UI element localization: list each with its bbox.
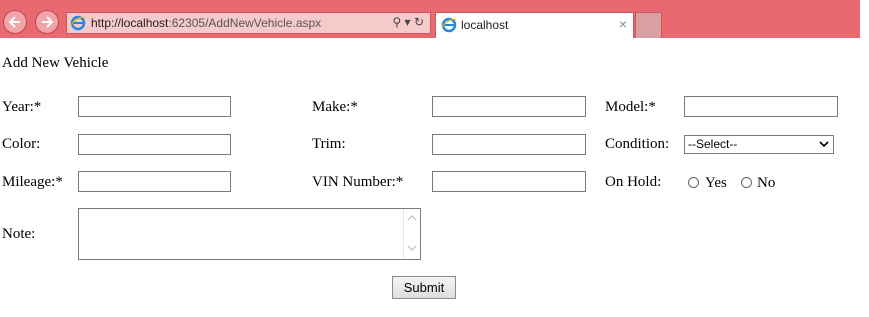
make-input[interactable]: [432, 96, 586, 117]
address-url: http://localhost:62305/AddNewVehicle.asp…: [91, 16, 321, 30]
address-bar[interactable]: http://localhost:62305/AddNewVehicle.asp…: [66, 12, 431, 34]
model-input[interactable]: [684, 96, 838, 117]
note-label: Note:: [2, 226, 36, 242]
tab-localhost[interactable]: localhost ×: [435, 12, 634, 38]
new-tab-button[interactable]: [635, 12, 662, 38]
refresh-icon[interactable]: ↻: [414, 15, 424, 29]
color-label: Color:: [2, 136, 41, 152]
ie-logo-icon: [441, 17, 457, 36]
tab-title: localhost: [461, 18, 509, 32]
model-label: Model:*: [605, 99, 656, 115]
address-tools: ⚲ ▾ ↻: [392, 15, 424, 29]
forward-button[interactable]: [35, 10, 59, 34]
condition-selected-value: --Select--: [688, 137, 738, 151]
year-label: Year:*: [2, 99, 42, 115]
forward-arrow-icon: [42, 16, 54, 28]
condition-label: Condition:: [605, 136, 670, 152]
make-label: Make:*: [312, 99, 358, 115]
trim-label: Trim:: [312, 136, 346, 152]
year-input[interactable]: [78, 96, 231, 117]
url-host: http://localhost: [91, 16, 169, 30]
back-arrow-icon: [8, 16, 20, 28]
browser-toolbar: http://localhost:62305/AddNewVehicle.asp…: [0, 0, 860, 38]
vin-input[interactable]: [432, 171, 586, 192]
condition-select[interactable]: --Select--: [684, 135, 834, 154]
on-hold-no-radio[interactable]: [741, 177, 752, 188]
submit-button[interactable]: Submit: [392, 276, 456, 299]
color-input[interactable]: [78, 134, 231, 155]
chevron-down-icon: [818, 138, 830, 153]
page-title: Add New Vehicle: [2, 55, 109, 71]
close-icon[interactable]: ×: [619, 16, 627, 32]
back-button[interactable]: [3, 10, 27, 34]
scroll-down-icon: [407, 245, 417, 252]
on-hold-yes-label: Yes: [705, 175, 727, 191]
on-hold-no-label: No: [757, 175, 776, 191]
vin-label: VIN Number:*: [312, 174, 404, 190]
ie-logo-icon: [70, 15, 86, 34]
on-hold-yes-radio[interactable]: [688, 177, 699, 188]
url-path: :62305/AddNewVehicle.aspx: [168, 16, 322, 30]
on-hold-label: On Hold:: [605, 174, 662, 190]
note-textarea[interactable]: [78, 208, 421, 260]
trim-input[interactable]: [432, 134, 586, 155]
mileage-input[interactable]: [78, 171, 231, 192]
scroll-up-icon: [407, 214, 417, 221]
search-icon[interactable]: ⚲ ▾: [392, 15, 410, 29]
mileage-label: Mileage:*: [2, 174, 63, 190]
note-scrollbar[interactable]: [403, 209, 420, 259]
